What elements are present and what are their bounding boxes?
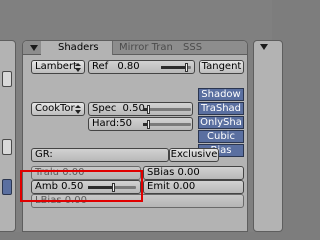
left-panel-fragment <box>0 40 16 232</box>
left-button-fragment[interactable] <box>2 71 12 87</box>
spec-slider[interactable]: Spec 0.50 <box>88 102 193 116</box>
tab-sss[interactable]: SSS <box>183 41 202 55</box>
tangent-button[interactable]: Tangent <box>199 60 244 74</box>
ref-track <box>161 63 191 72</box>
diffuse-shader-menu[interactable]: Lambert <box>31 60 85 74</box>
emit-value: 0.00 <box>172 181 196 192</box>
tab-mirror-transp[interactable]: Mirror Tran <box>119 41 173 55</box>
hardness-track <box>143 120 191 129</box>
shadow-toggle[interactable]: Shadow <box>198 88 244 101</box>
onlyshadow-toggle[interactable]: OnlySha <box>198 116 244 129</box>
hardness-label: Hard: <box>92 118 120 129</box>
right-panel-fragment <box>253 40 283 232</box>
emit-label: Emit <box>147 181 170 192</box>
left-button-fragment[interactable] <box>2 139 12 155</box>
spec-value: 0.50 <box>122 103 145 114</box>
hardness-thumb[interactable] <box>147 120 150 129</box>
ref-value: 0.80 <box>117 61 140 72</box>
group-label: GR: <box>35 149 53 160</box>
menu-up-icon <box>75 105 81 108</box>
trashadow-toggle[interactable]: TraShad <box>198 102 244 115</box>
menu-up-icon <box>75 63 81 66</box>
group-field[interactable]: GR: <box>31 148 169 162</box>
ref-slider[interactable]: Ref 0.80 <box>88 60 195 74</box>
spec-thumb[interactable] <box>147 105 150 114</box>
spec-track <box>143 105 191 114</box>
buttons-window: Shaders Mirror Tran SSS Lambert Ref 0.80… <box>0 0 283 232</box>
ref-thumb[interactable] <box>185 63 188 72</box>
collapse-arrow-icon[interactable] <box>260 44 268 50</box>
panel-tabbar: Shaders Mirror Tran SSS <box>23 41 247 55</box>
menu-down-icon <box>75 68 81 72</box>
cubic-toggle[interactable]: Cubic <box>198 130 244 143</box>
diffuse-shader-label: Lambert <box>35 61 77 72</box>
left-toggle-fragment[interactable] <box>2 179 12 195</box>
ref-fill <box>161 66 185 69</box>
exclusive-button[interactable]: Exclusive <box>169 148 219 162</box>
specular-shader-menu[interactable]: CookTor <box>31 102 85 116</box>
hardness-slider[interactable]: Hard:50 <box>88 117 193 131</box>
annotation-highlight-box <box>20 170 143 202</box>
collapse-arrow-icon[interactable] <box>30 45 38 51</box>
tab-shaders[interactable]: Shaders <box>41 41 113 55</box>
ref-label: Ref <box>92 61 109 72</box>
specular-shader-label: CookTor <box>35 103 75 114</box>
emit-field[interactable]: Emit 0.00 <box>143 180 244 194</box>
shaders-panel: Shaders Mirror Tran SSS Lambert Ref 0.80… <box>22 40 248 232</box>
hardness-value: 50 <box>119 118 133 129</box>
sss-bias-value: 0.00 <box>177 167 200 178</box>
spec-label: Spec <box>92 103 117 114</box>
sss-bias-field[interactable]: SBias 0.00 <box>143 166 244 180</box>
menu-down-icon <box>75 110 81 114</box>
sss-bias-label: SBias <box>147 167 175 178</box>
